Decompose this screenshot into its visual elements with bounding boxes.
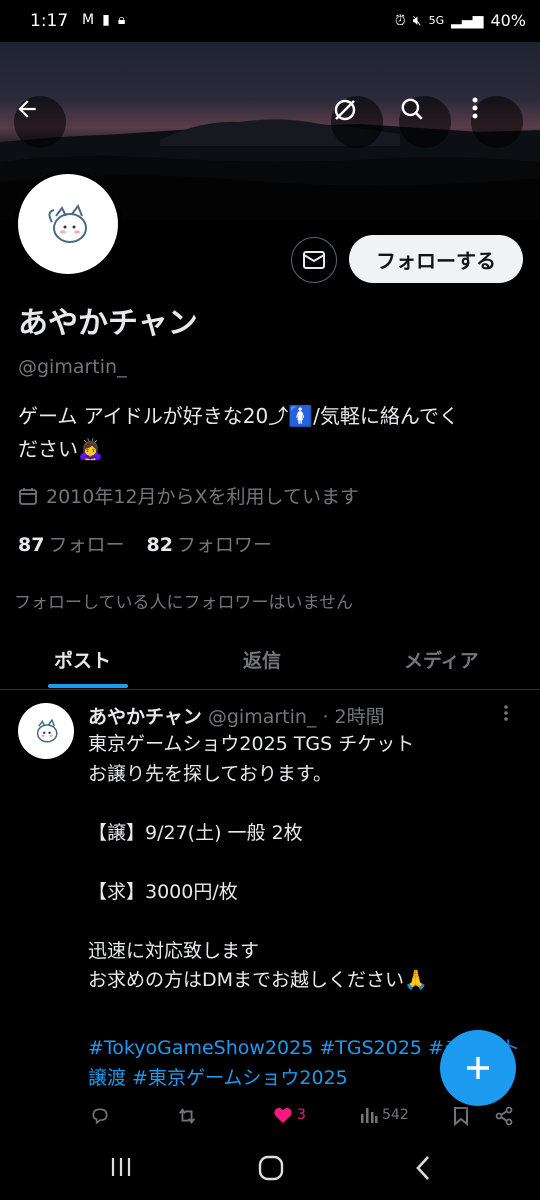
profile-bio: ゲーム アイドルが好きな20⤴🚺/気軽に絡んでく ださい🙇‍♀️ — [18, 400, 518, 466]
avatar-illustration — [48, 203, 87, 243]
tweet-avatar[interactable] — [18, 703, 74, 759]
recent-apps-icon — [111, 1158, 131, 1176]
view-count: 542 — [382, 1107, 409, 1123]
bookmark-button[interactable] — [453, 1106, 469, 1126]
recent-apps-button[interactable] — [108, 1154, 134, 1184]
mute-icon: 🔇︎ — [412, 12, 422, 29]
share-icon — [495, 1106, 513, 1126]
tab-media[interactable]: メディア — [404, 646, 479, 673]
share-button[interactable] — [494, 1106, 514, 1126]
repost-icon — [179, 1108, 195, 1124]
tweet-meta: @gimartin_ · 2時間 — [201, 706, 385, 728]
tweet-more-button[interactable] — [503, 704, 509, 727]
follow-counts: 87 フォロー 82 フォロワー — [18, 530, 272, 557]
home-button[interactable] — [257, 1154, 285, 1186]
status-time: 1:17 — [30, 11, 69, 31]
message-button[interactable] — [291, 237, 337, 283]
avatar-illustration — [36, 718, 58, 743]
profile-tabs: ポスト 返信 メディア — [0, 632, 540, 690]
analytics-icon — [361, 1108, 378, 1123]
gmail-icon: M — [82, 12, 95, 28]
status-bar: 1:17 M ▮ 🔒︎ ⏰︎ 🔇︎ 5G ▂▄▆ 40% — [0, 0, 540, 42]
following-link[interactable]: 87 フォロー — [18, 530, 124, 557]
like-button[interactable]: 3 — [273, 1106, 306, 1124]
profile-name: あやかチャン — [18, 306, 198, 341]
tweet-author-name[interactable]: あやかチャン — [88, 706, 202, 728]
tweet-actions: 3 542 — [0, 1104, 540, 1134]
mutual-followers-note: フォローしている人にフォロワーはいません — [14, 593, 353, 613]
reply-icon — [92, 1108, 108, 1125]
signal-icon: ▂▄▆ — [451, 12, 484, 29]
tweet-text: 東京ゲームショウ2025 TGS チケット お譲り先を探しております。 【譲】9… — [88, 733, 428, 991]
followers-count: 82 — [146, 534, 173, 556]
calendar-icon — [19, 487, 37, 505]
profile-avatar[interactable] — [14, 170, 122, 278]
vertical-dots-icon — [472, 97, 478, 119]
back-button[interactable] — [14, 96, 66, 148]
battery-level: 40% — [490, 11, 526, 30]
tweet-header: あやかチャン @gimartin_ · 2時間 — [88, 702, 385, 729]
joined-text: 2010年12月からXを利用しています — [46, 486, 359, 508]
system-back-button[interactable] — [414, 1154, 434, 1186]
following-label: フォロー — [48, 534, 125, 556]
tab-replies[interactable]: 返信 — [243, 646, 281, 673]
grok-icon — [334, 99, 356, 121]
back-arrow-icon — [18, 100, 36, 118]
envelope-icon — [303, 251, 325, 269]
network-label: 5G — [428, 14, 445, 27]
lock-icon: 🔒︎ — [117, 12, 126, 28]
like-count: 3 — [297, 1107, 306, 1123]
home-icon — [258, 1155, 284, 1181]
repost-button[interactable] — [176, 1106, 198, 1126]
compose-post-button[interactable] — [440, 1030, 516, 1106]
following-count: 87 — [18, 534, 45, 556]
chevron-left-icon — [416, 1156, 429, 1180]
profile-handle: @gimartin_ — [18, 356, 127, 378]
tab-posts[interactable]: ポスト — [54, 646, 111, 673]
sd-card-icon: ▮ — [102, 12, 110, 28]
plus-icon — [467, 1057, 489, 1079]
reply-button[interactable] — [90, 1106, 110, 1126]
followers-label: フォロワー — [176, 534, 272, 556]
bio-line-1: ゲーム アイドルが好きな20⤴🚺/気軽に絡んでく — [18, 404, 459, 428]
bookmark-icon — [454, 1107, 468, 1126]
alarm-icon: ⏰︎ — [394, 12, 406, 29]
more-options-button[interactable] — [471, 96, 523, 148]
joined-date: 2010年12月からXを利用しています — [18, 482, 359, 509]
grok-button[interactable] — [331, 96, 383, 148]
active-tab-indicator — [48, 684, 128, 688]
system-nav-bar — [0, 1140, 540, 1200]
search-button[interactable] — [399, 96, 451, 148]
search-icon — [401, 98, 423, 120]
views-button[interactable]: 542 — [360, 1106, 409, 1124]
bio-line-2: ださい🙇‍♀️ — [18, 437, 103, 461]
heart-icon — [274, 1107, 292, 1124]
follow-button[interactable]: フォローする — [349, 235, 523, 283]
vertical-dots-icon — [504, 705, 508, 721]
followers-link[interactable]: 82 フォロワー — [146, 530, 271, 557]
